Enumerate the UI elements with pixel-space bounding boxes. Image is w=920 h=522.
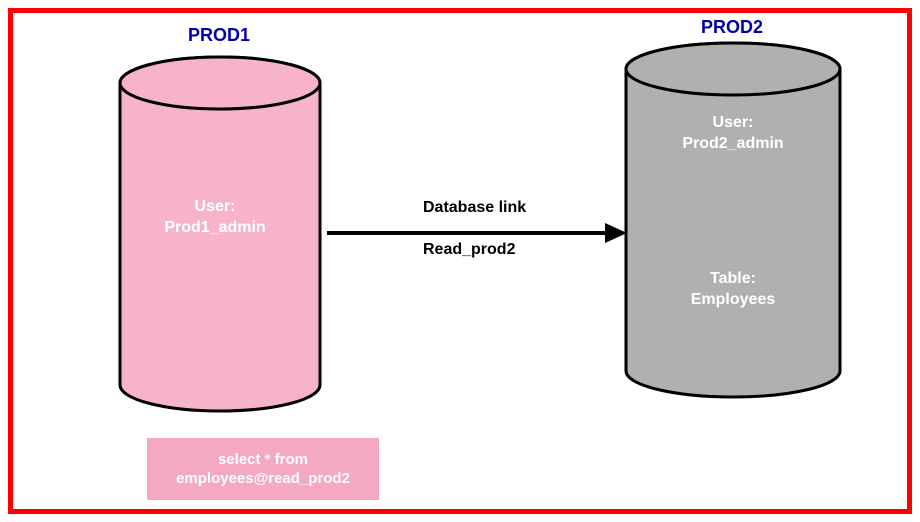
db2-table-label: Table: <box>710 270 756 287</box>
db2-table-block: Table: Employees <box>633 269 833 311</box>
query-box: select * from employees@read_prod2 <box>147 438 379 500</box>
db2-title: PROD2 <box>701 17 763 38</box>
db2-user-name: Prod2_admin <box>682 135 783 152</box>
query-line1: select * from <box>218 451 308 468</box>
db2-user-label: User: <box>713 114 754 131</box>
db1-user-label: User: <box>195 198 236 215</box>
query-line2: employees@read_prod2 <box>176 470 350 487</box>
db1-user-name: Prod1_admin <box>164 219 265 236</box>
db2-user-block: User: Prod2_admin <box>633 113 833 155</box>
diagram-frame: PROD1 PROD2 User: Prod1_admin User: Prod… <box>8 8 912 514</box>
link-label-top: Database link <box>423 199 526 217</box>
db1-user-block: User: Prod1_admin <box>115 197 315 239</box>
link-label-bottom: Read_prod2 <box>423 241 515 259</box>
db1-title: PROD1 <box>188 25 250 46</box>
db2-cylinder <box>621 41 845 401</box>
db2-table-name: Employees <box>691 291 775 308</box>
